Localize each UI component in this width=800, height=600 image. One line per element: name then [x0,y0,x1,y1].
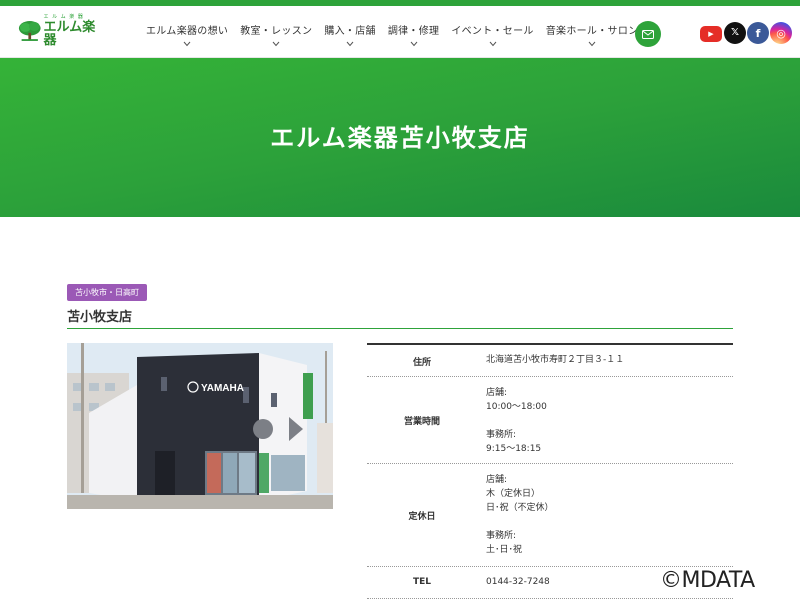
copyright-watermark: ©MDATA [660,568,755,593]
nav-label: 購入・店舗 [324,26,376,37]
chevron-down-icon [183,41,191,47]
nav-item-tuning-repair[interactable]: 調律・修理 [382,6,446,58]
info-row-closed: 定休日 店舗: 木（定休日） 日･祝（不定休） 事務所: 土･日･祝 [367,464,733,567]
info-value-closed-line: 店舗: [486,475,508,485]
nav-label: 音楽ホール・サロン [545,26,639,37]
info-value-tel[interactable]: 0144-32-7248 [486,575,550,589]
info-value-closed-line: 事務所: [486,531,517,541]
site-logo[interactable]: エ ル ム 楽 器 エルム楽器 [18,15,102,48]
chevron-down-icon [588,41,596,47]
chevron-down-icon [410,41,417,47]
youtube-link[interactable]: ▶ [700,26,722,42]
site-header: エ ル ム 楽 器 エルム楽器 エルム楽器の想い 教室・レッスン 購入・店舗 調… [0,6,800,58]
info-value-hours-line: 事務所: [486,430,517,440]
facebook-icon: f [755,26,761,40]
nav-label: 教室・レッスン [240,26,313,37]
info-value-hours-line: 9:15〜18:15 [486,444,542,454]
info-row-hours: 営業時間 店舗: 10:00〜18:00 事務所: 9:15〜18:15 [367,377,733,464]
info-label-closed: 定休日 [408,512,436,522]
store-title: 苫小牧支店 [67,310,133,325]
info-label-address: 住所 [412,358,431,368]
nav-label: エルム楽器の想い [146,26,229,37]
store-photo: YAMAHA [67,343,333,509]
instagram-link[interactable]: ◎ [770,22,792,44]
tree-logo-icon [18,21,41,41]
logo-text: エルム楽器 [43,20,96,48]
nav-item-philosophy[interactable]: エルム楽器の想い [140,6,234,58]
nav-label: 調律・修理 [387,26,440,37]
chevron-down-icon [272,41,280,47]
photo-yamaha-sign: YAMAHA [201,383,244,394]
area-badge[interactable]: 苫小牧市・日高町 [67,284,147,301]
nav-item-lessons[interactable]: 教室・レッスン [234,6,318,58]
info-value-address: 北海道苫小牧市寿町２丁目３-１１ [486,355,625,365]
page-title: エルム楽器苫小牧支店 [270,124,530,152]
info-value-hours-line: 10:00〜18:00 [486,402,547,412]
chevron-down-icon [346,41,354,47]
contact-mail-button[interactable] [635,21,661,47]
title-divider [67,328,733,329]
info-value-hours-line: 店舗: [486,388,508,398]
nav-item-purchase-stores[interactable]: 購入・店舗 [318,6,382,58]
nav-item-events-sales[interactable]: イベント・セール [445,6,539,58]
info-value-closed-line: 日･祝（不定休） [486,503,554,513]
chevron-down-icon [489,41,496,47]
info-row-address: 住所 北海道苫小牧市寿町２丁目３-１１ [367,345,733,377]
page-hero: エルム楽器苫小牧支店 [0,58,800,217]
facebook-link[interactable]: f [747,22,769,44]
x-link[interactable]: 𝕏 [724,22,746,44]
info-label-hours: 営業時間 [403,417,440,427]
mail-icon [642,29,654,39]
info-label-tel: TEL [412,577,432,587]
main-nav: エルム楽器の想い 教室・レッスン 購入・店舗 調律・修理 イベント・セール 音楽… [140,6,644,58]
youtube-icon: ▶ [708,29,714,38]
instagram-icon: ◎ [776,26,786,40]
info-value-closed-line: 土･日･祝 [486,545,523,555]
info-value-closed-line: 木（定休日） [486,489,541,499]
x-icon: 𝕏 [730,27,740,38]
nav-item-music-hall[interactable]: 音楽ホール・サロン [540,6,645,58]
nav-label: イベント・セール [451,26,534,37]
